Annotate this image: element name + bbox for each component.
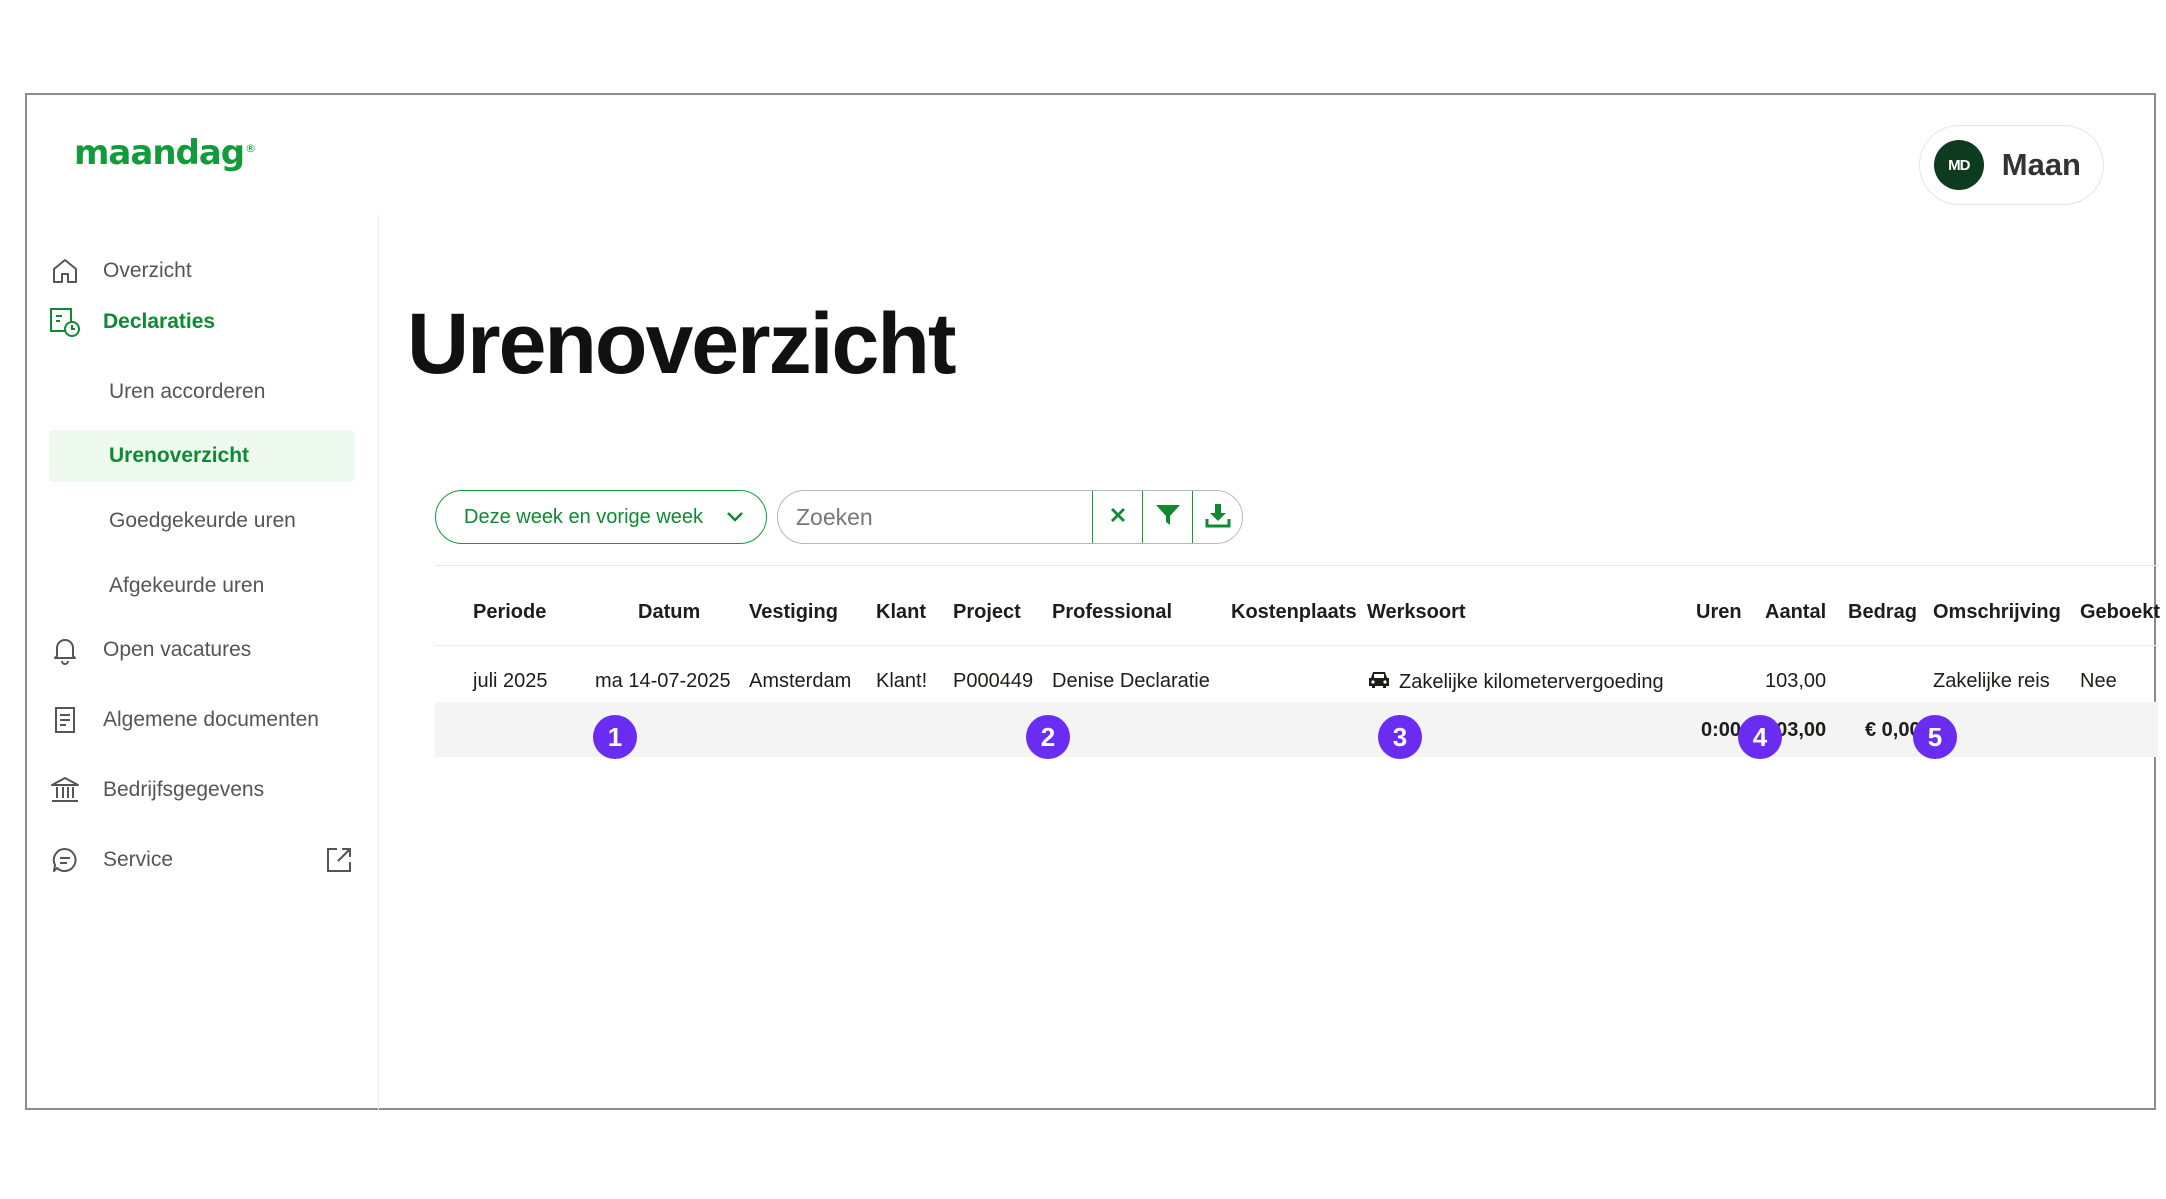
cell-periode: juli 2025 <box>473 670 548 692</box>
period-dropdown[interactable]: Deze week en vorige week <box>435 490 767 544</box>
bank-icon <box>47 772 83 808</box>
cell-aantal: 103,00 <box>1765 670 1827 692</box>
close-icon <box>1109 506 1127 529</box>
app-window: maandag® MD Maan Overzicht Declaraties U… <box>25 93 2160 1110</box>
sidebar-subitem-afgekeurde-uren[interactable]: Afgekeurde uren <box>49 560 355 612</box>
chat-icon <box>47 842 83 878</box>
cell-project: P000449 <box>953 670 1034 692</box>
download-button[interactable] <box>1192 491 1242 543</box>
cell-vestiging: Amsterdam <box>749 670 852 692</box>
totals-row: 0:00 103,00 € 0,00 <box>435 702 2158 757</box>
column-header-periode[interactable]: Periode <box>473 601 546 624</box>
filter-icon <box>1155 503 1181 532</box>
sidebar-item-label: Declaraties <box>103 310 216 333</box>
column-header-omschrijving[interactable]: Omschrijving <box>1933 601 2061 624</box>
sidebar-item-overzicht[interactable]: Overzicht <box>47 247 367 295</box>
column-header-aantal[interactable]: Aantal <box>1765 601 1826 624</box>
external-link-icon[interactable] <box>323 844 355 876</box>
sidebar: Overzicht Declaraties Uren accorderen Ur… <box>27 215 379 1110</box>
column-header-uren[interactable]: Uren <box>1696 601 1742 624</box>
account-name: Maan <box>2001 147 2081 182</box>
column-header-kostenplaats[interactable]: Kostenplaats <box>1231 601 1357 624</box>
toolbar: Deze week en vorige week <box>435 490 1243 544</box>
filter-button[interactable] <box>1142 491 1192 543</box>
sidebar-item-label: Overzicht <box>103 259 192 282</box>
cell-werksoort-text: Zakelijke kilometervergoeding <box>1399 671 1664 693</box>
cell-klant: Klant! <box>876 670 928 692</box>
sidebar-subitem-uren-accorderen[interactable]: Uren accorderen <box>49 366 355 418</box>
sidebar-item-label: Service <box>103 848 174 871</box>
clear-search-button[interactable] <box>1092 491 1142 543</box>
hours-table: Periode Datum Vestiging Klant Project Pr… <box>435 565 2160 790</box>
annotation-marker-5: 5 <box>1913 715 1957 759</box>
sidebar-item-service[interactable]: Service <box>47 836 367 884</box>
sidebar-item-label: Algemene documenten <box>103 708 319 731</box>
total-uren: 0:00 <box>1701 719 1742 741</box>
car-icon <box>1367 670 1391 696</box>
cell-professional: Denise Declaratie <box>1052 670 1210 692</box>
annotation-marker-3: 3 <box>1378 715 1422 759</box>
download-icon <box>1205 502 1231 533</box>
document-icon <box>47 702 83 738</box>
column-header-professional[interactable]: Professional <box>1052 601 1172 624</box>
table-top-divider <box>435 565 2158 566</box>
sidebar-item-open-vacatures[interactable]: Open vacatures <box>47 626 367 674</box>
sidebar-item-bedrijfsgegevens[interactable]: Bedrijfsgegevens <box>47 766 367 814</box>
annotation-marker-1: 1 <box>593 715 637 759</box>
cell-omschrijving: Zakelijke reis <box>1933 670 2050 692</box>
maandag-logo[interactable]: maandag® <box>74 133 256 173</box>
page-title: Urenoverzicht <box>407 296 956 392</box>
period-dropdown-value: Deze week en vorige week <box>464 505 704 528</box>
column-header-klant[interactable]: Klant <box>876 601 926 624</box>
column-header-vestiging[interactable]: Vestiging <box>749 601 838 624</box>
sidebar-item-label: Bedrijfsgegevens <box>103 778 265 801</box>
cell-werksoort: Zakelijke kilometervergoeding <box>1367 670 1664 696</box>
annotation-marker-2: 2 <box>1026 715 1070 759</box>
declarations-icon <box>47 304 83 340</box>
cell-geboekt: Nee <box>2080 670 2117 692</box>
header-divider <box>435 645 2158 646</box>
column-header-project[interactable]: Project <box>953 601 1021 624</box>
sidebar-item-declaraties[interactable]: Declaraties <box>47 298 367 346</box>
home-icon <box>47 253 83 289</box>
sidebar-item-label: Open vacatures <box>103 638 252 661</box>
sidebar-subitem-goedgekeurde-uren[interactable]: Goedgekeurde uren <box>49 495 355 547</box>
search-input[interactable] <box>778 491 1092 543</box>
column-header-bedrag[interactable]: Bedrag <box>1848 601 1917 624</box>
sidebar-item-algemene-documenten[interactable]: Algemene documenten <box>47 696 367 744</box>
annotation-marker-4: 4 <box>1738 715 1782 759</box>
column-header-geboekt[interactable]: Geboekt <box>2080 601 2160 624</box>
column-header-werksoort[interactable]: Werksoort <box>1367 601 1466 624</box>
cell-datum: ma 14-07-2025 <box>595 670 731 692</box>
search-box <box>777 490 1243 544</box>
bell-icon <box>47 632 83 668</box>
sidebar-subitem-urenoverzicht[interactable]: Urenoverzicht <box>49 430 355 482</box>
chevron-down-icon <box>726 506 744 529</box>
avatar: MD <box>1933 140 1984 190</box>
account-menu[interactable]: MD Maan <box>1918 125 2104 205</box>
column-header-datum[interactable]: Datum <box>638 601 700 624</box>
